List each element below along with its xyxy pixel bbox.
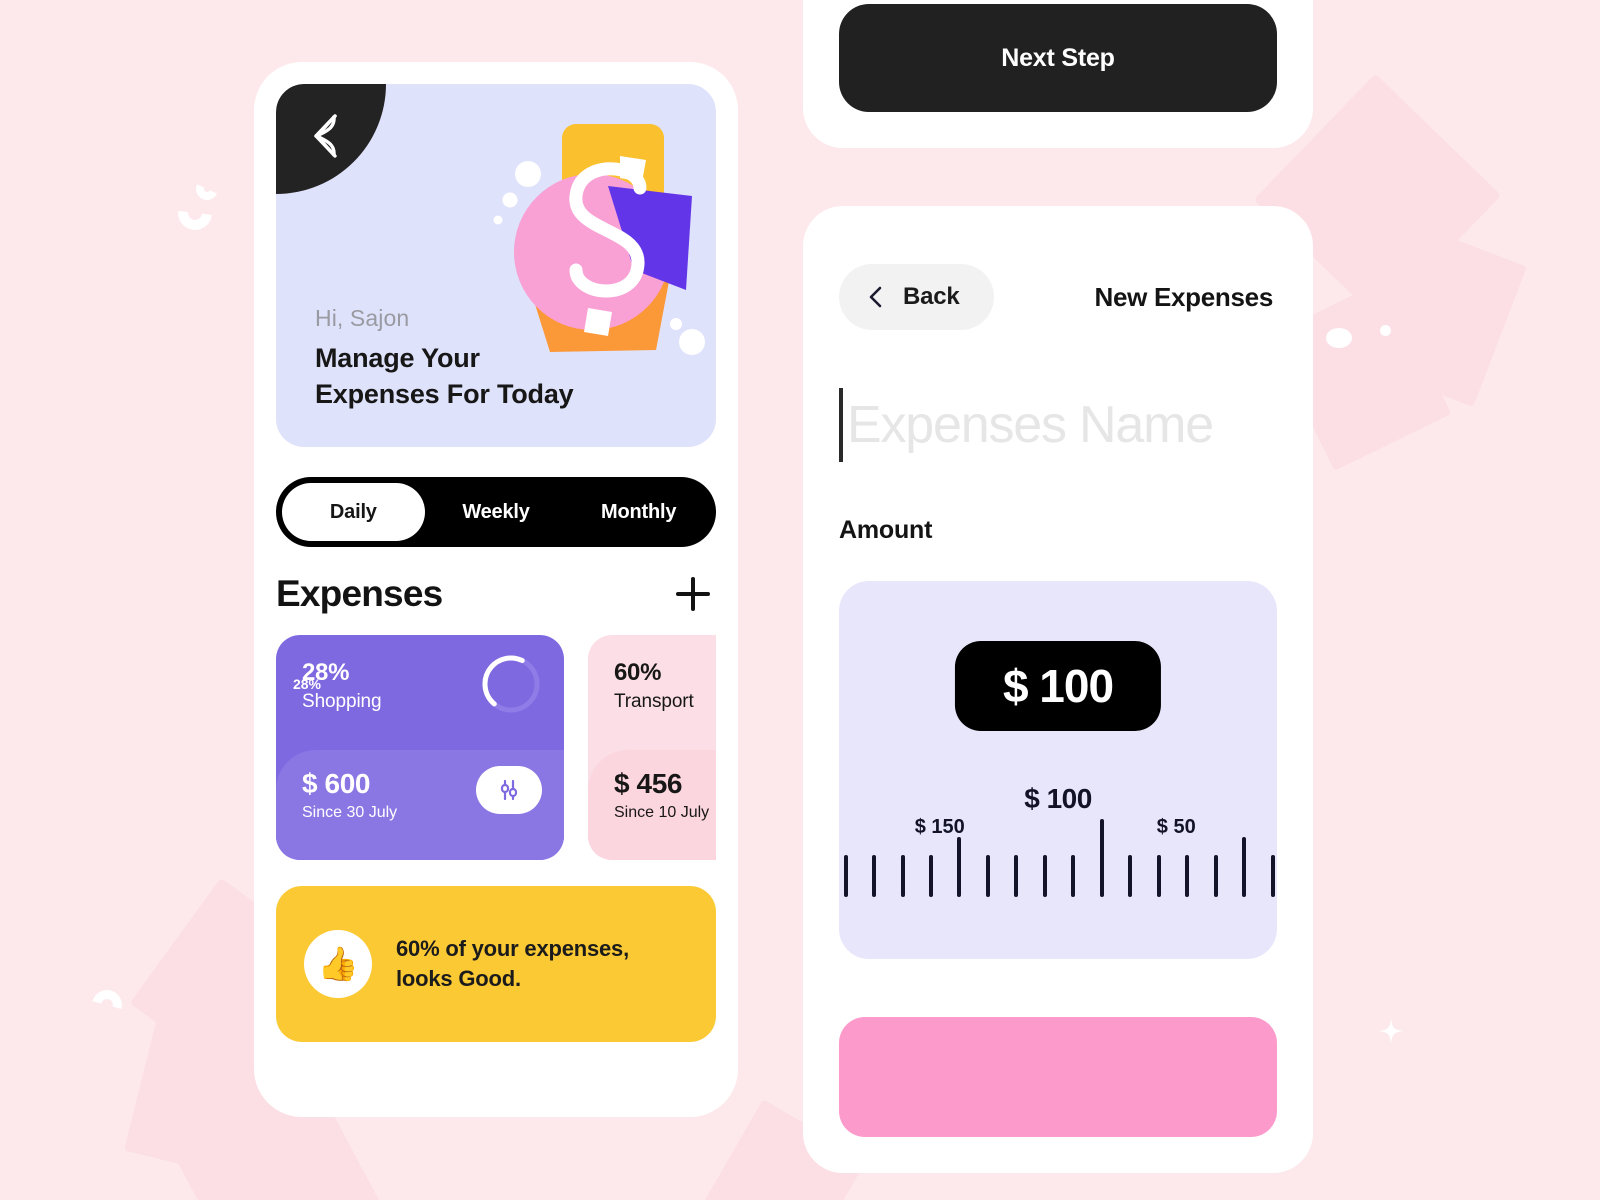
next-step-button[interactable]: Next Step [839,4,1277,112]
plus-icon[interactable] [676,577,710,611]
expenses-name-input[interactable]: Expenses Name [839,386,1277,464]
ruler-tick [985,855,990,897]
ruler-label-right: $ 50 [1156,816,1196,838]
ruler-tick [1156,855,1161,897]
right-panels-column: 💵 $ 100 Recomended for you Next Step Bac… [803,0,1313,1173]
back-button[interactable]: Back [839,264,994,330]
ruler-label-left: $ 150 [914,816,965,838]
deco-crescent [192,174,222,204]
expense-card-top: 28% Shopping 28% [276,635,564,713]
ruler-tick [1014,855,1019,897]
ruler-tick [928,855,933,897]
deco-crescent [171,189,219,237]
deco-square [1333,213,1527,407]
deco-dot [1380,325,1391,336]
note-text: 60% of your expenses, looks Good. [396,934,629,993]
ruler-tick [1042,855,1047,897]
tab-weekly[interactable]: Weekly [425,483,568,541]
bottom-pink-card [839,1017,1277,1137]
hero-title-line2: Expenses For Today [315,378,574,409]
hero-card: Hi, Sajon Manage Your Expenses For Today [276,84,716,447]
expense-card-bottom: $ 600 Since 30 July [276,750,564,860]
ruler-tick-major [1242,837,1247,897]
period-tabs: Daily Weekly Monthly [276,477,716,547]
sparkle-icon [1378,1018,1404,1044]
expense-amount: $ 456 [614,768,683,799]
tab-monthly[interactable]: Monthly [567,483,710,541]
ruler-tick [1071,855,1076,897]
amount-ruler[interactable]: $ 150 $ 100 $ 50 [839,747,1277,897]
hero-title: Manage Your Expenses For Today [315,340,574,412]
status-note-card: 👍 60% of your expenses, looks Good. [276,886,716,1042]
expense-category: Transport [614,691,694,712]
greeting-text: Hi, Sajon [315,304,410,331]
ruler-tick [900,855,905,897]
ruler-tick [1213,855,1218,897]
amount-value-chip: $ 100 [954,641,1162,731]
amount-picker[interactable]: $ 100 $ 150 $ 100 $ 50 [839,581,1277,959]
expense-since: Since 10 July [614,804,710,821]
expenses-section-header: Expenses [276,573,716,615]
expenses-name-placeholder: Expenses Name [847,396,1214,454]
recommendation-panel: 💵 $ 100 Recomended for you Next Step [803,0,1313,148]
hero-text-block: Hi, Sajon Manage Your Expenses For Today [315,304,574,412]
ruler-tick-selected [1099,819,1104,897]
deco-dot [1326,328,1352,348]
expense-cards-row: 28% Shopping 28% $ 600 Since 30 July 60%… [276,635,716,860]
ruler-tick [1270,855,1275,897]
page-title: Expenses [276,573,443,614]
expense-percent: 60% [614,659,662,686]
panel-title: New Expenses [1094,281,1274,312]
ruler-ticks [839,819,1277,897]
phone-mockup-dashboard: Hi, Sajon Manage Your Expenses For Today… [254,62,738,1117]
background-decoration [0,0,1600,1200]
sliders-icon[interactable] [476,766,542,814]
note-line2: looks Good. [396,966,521,991]
chevron-left-icon [869,286,882,308]
ruler-tick [1185,855,1190,897]
ruler-tick [843,855,848,897]
progress-ring-icon [482,655,540,713]
hourglass-logo-icon [314,114,337,158]
deco-crescent [86,984,128,1026]
back-button-label: Back [903,283,960,310]
tab-daily[interactable]: Daily [282,483,425,541]
expense-card-shopping[interactable]: 28% Shopping 28% $ 600 Since 30 July [276,635,564,860]
ruler-tick-major [957,837,962,897]
hero-title-line1: Manage Your [315,342,480,373]
ruler-label-selected: $ 100 [1024,783,1092,814]
thumbs-up-icon: 👍 [304,930,372,998]
new-expenses-panel: Back New Expenses Expenses Name Amount $… [803,206,1313,1173]
amount-section-label: Amount [839,516,933,544]
panel-nav-row: Back New Expenses [839,242,1277,330]
progress-ring-label: 28% [292,676,322,692]
expense-card-top: 60% Transport [588,635,716,713]
expense-card-bottom: $ 456 Since 10 July [588,750,716,860]
expense-card-transport[interactable]: 60% Transport $ 456 Since 10 July [588,635,716,860]
note-line1: 60% of your expenses, [396,936,630,962]
ruler-tick [1128,855,1133,897]
ruler-tick [872,855,877,897]
